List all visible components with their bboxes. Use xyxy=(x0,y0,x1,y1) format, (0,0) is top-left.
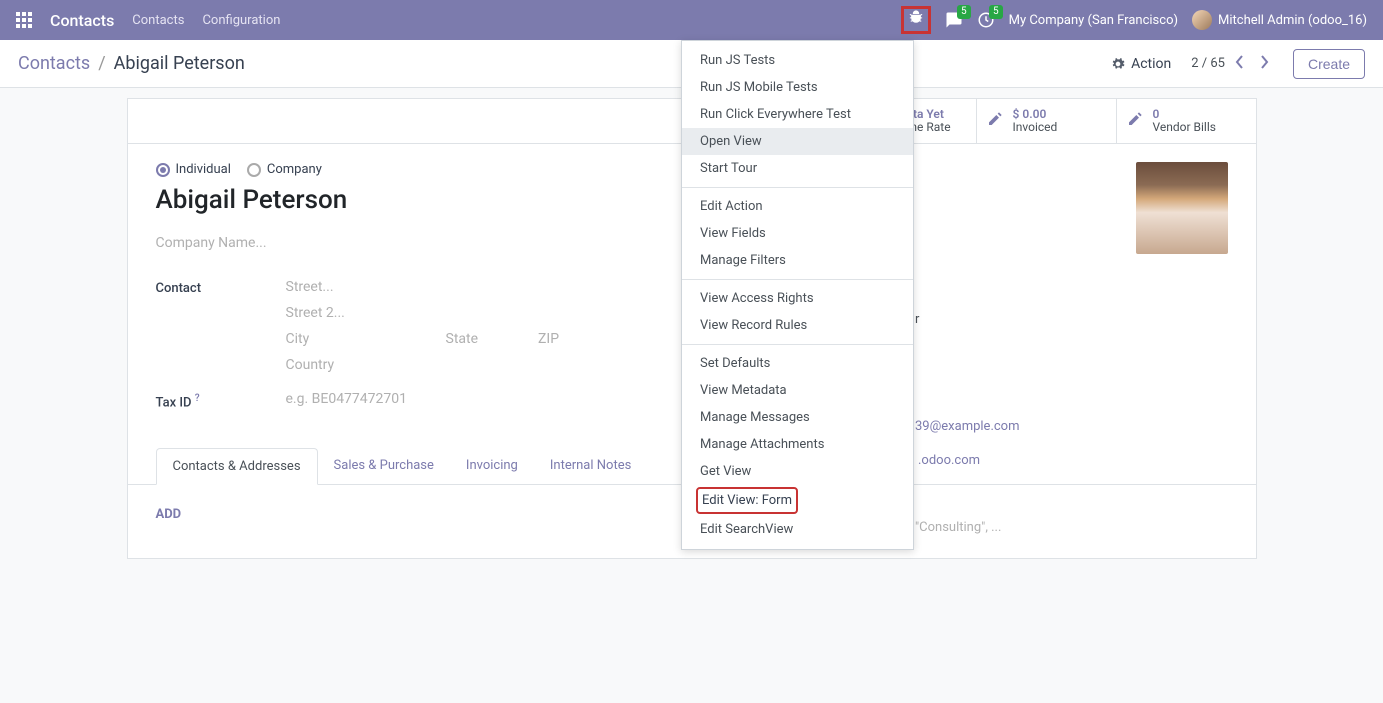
stat-ontime[interactable]: ata Yet me Rate xyxy=(906,99,976,143)
action-dropdown[interactable]: Action xyxy=(1111,56,1171,72)
menu-view-record-rules[interactable]: View Record Rules xyxy=(682,312,913,339)
breadcrumb-current: Abigail Peterson xyxy=(114,53,245,74)
street2-input[interactable]: Street 2... xyxy=(286,305,662,321)
stat-invoiced[interactable]: $ 0.00 Invoiced xyxy=(976,99,1116,143)
user-menu[interactable]: Mitchell Admin (odoo_16) xyxy=(1192,10,1367,30)
city-input[interactable]: City xyxy=(286,331,386,347)
country-input[interactable]: Country xyxy=(286,357,662,373)
tab-contacts-addresses[interactable]: Contacts & Addresses xyxy=(156,448,318,485)
menu-get-view[interactable]: Get View xyxy=(682,458,913,485)
menu-open-view[interactable]: Open View xyxy=(682,128,913,155)
menu-run-click-everywhere[interactable]: Run Click Everywhere Test xyxy=(682,101,913,128)
breadcrumb: Contacts / Abigail Peterson xyxy=(18,53,245,74)
activities-icon[interactable]: 5 xyxy=(977,11,995,29)
menu-edit-view-form[interactable]: Edit View: Form xyxy=(696,487,798,514)
radio-icon xyxy=(156,163,170,177)
pencil-icon xyxy=(987,111,1003,132)
contact-label: Contact xyxy=(156,279,286,373)
menu-view-fields[interactable]: View Fields xyxy=(682,220,913,247)
menu-view-metadata[interactable]: View Metadata xyxy=(682,377,913,404)
company-switcher[interactable]: My Company (San Francisco) xyxy=(1009,13,1178,28)
taxid-input[interactable]: e.g. BE0477472701 xyxy=(286,391,662,407)
value-peek: r xyxy=(915,312,919,327)
radio-individual[interactable]: Individual xyxy=(156,162,231,177)
user-name: Mitchell Admin (odoo_16) xyxy=(1218,13,1367,28)
debug-icon[interactable] xyxy=(901,6,931,34)
taxid-label: Tax ID ? xyxy=(156,391,286,410)
pager: 2 / 65 xyxy=(1191,55,1273,73)
tab-internal-notes[interactable]: Internal Notes xyxy=(534,448,647,484)
add-button[interactable]: ADD xyxy=(156,507,182,522)
menu-view-access-rights[interactable]: View Access Rights xyxy=(682,285,913,312)
debug-dropdown: Run JS Tests Run JS Mobile Tests Run Cli… xyxy=(681,40,914,550)
menu-run-js[interactable]: Run JS Tests xyxy=(682,47,913,74)
activities-badge: 5 xyxy=(989,5,1003,19)
contact-photo[interactable] xyxy=(1136,162,1228,254)
apps-icon[interactable] xyxy=(16,12,32,28)
tags-peek[interactable]: "Consulting", ... xyxy=(915,520,1001,535)
avatar xyxy=(1192,10,1212,30)
breadcrumb-root[interactable]: Contacts xyxy=(18,53,90,74)
zip-input[interactable]: ZIP xyxy=(538,331,559,347)
menu-edit-searchview[interactable]: Edit SearchView xyxy=(682,516,913,543)
pager-text: 2 / 65 xyxy=(1191,56,1225,71)
email-peek[interactable]: 39@example.com xyxy=(915,419,1020,434)
radio-icon xyxy=(247,163,261,177)
menu-set-defaults[interactable]: Set Defaults xyxy=(682,350,913,377)
street-input[interactable]: Street... xyxy=(286,279,662,295)
menu-manage-attachments[interactable]: Manage Attachments xyxy=(682,431,913,458)
pager-next[interactable] xyxy=(1255,55,1273,73)
nav-configuration[interactable]: Configuration xyxy=(202,13,280,28)
gear-icon xyxy=(1111,57,1125,71)
stat-vendor[interactable]: 0 Vendor Bills xyxy=(1116,99,1256,143)
menu-start-tour[interactable]: Start Tour xyxy=(682,155,913,182)
messages-icon[interactable]: 5 xyxy=(945,11,963,29)
nav-contacts[interactable]: Contacts xyxy=(132,13,184,28)
tab-invoicing[interactable]: Invoicing xyxy=(450,448,534,484)
menu-edit-action[interactable]: Edit Action xyxy=(682,193,913,220)
messages-badge: 5 xyxy=(957,5,971,19)
menu-run-js-mobile[interactable]: Run JS Mobile Tests xyxy=(682,74,913,101)
action-label: Action xyxy=(1131,56,1171,72)
create-button[interactable]: Create xyxy=(1293,49,1365,79)
menu-manage-messages[interactable]: Manage Messages xyxy=(682,404,913,431)
state-input[interactable]: State xyxy=(446,331,479,347)
breadcrumb-sep: / xyxy=(98,53,105,74)
pager-prev[interactable] xyxy=(1231,55,1249,73)
website-peek[interactable]: .odoo.com xyxy=(918,453,980,468)
pencil-icon xyxy=(1127,111,1143,132)
tab-sales-purchase[interactable]: Sales & Purchase xyxy=(318,448,450,484)
menu-manage-filters[interactable]: Manage Filters xyxy=(682,247,913,274)
app-brand[interactable]: Contacts xyxy=(50,11,114,30)
radio-company[interactable]: Company xyxy=(247,162,322,177)
top-navbar: Contacts Contacts Configuration 5 5 My C… xyxy=(0,0,1383,40)
